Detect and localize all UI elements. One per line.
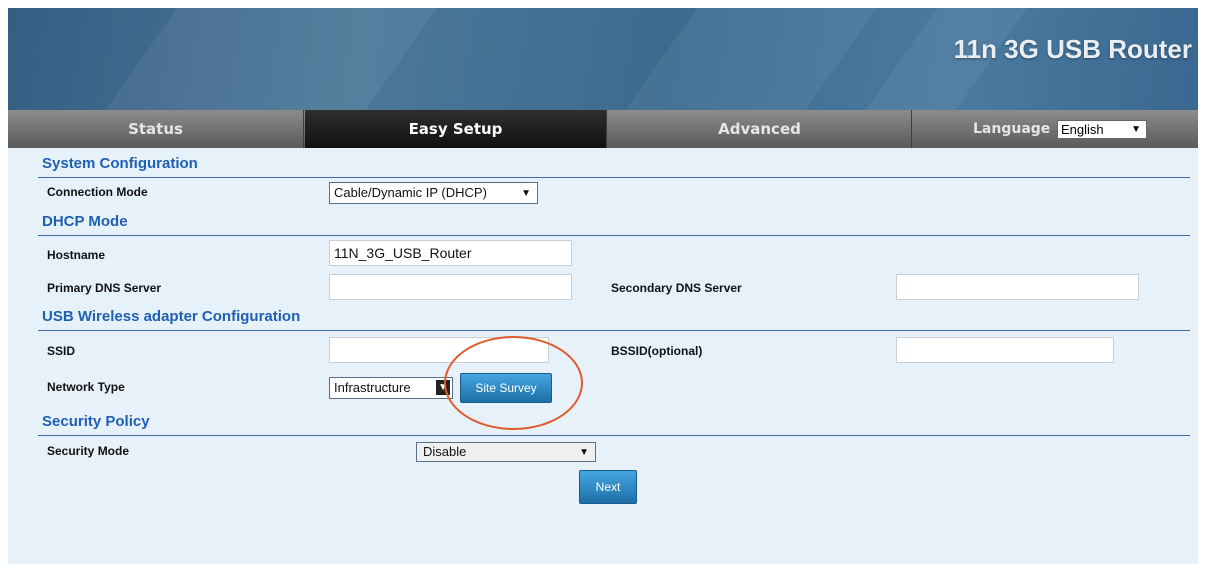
next-button[interactable]: Next xyxy=(579,470,637,504)
ssid-label: SSID xyxy=(47,344,76,358)
primary-dns-input[interactable] xyxy=(329,274,572,300)
banner-decoration xyxy=(50,8,466,110)
chevron-down-icon: ▼ xyxy=(579,447,589,458)
secondary-dns-input[interactable] xyxy=(896,274,1139,300)
secondary-dns-label: Secondary DNS Server xyxy=(611,281,742,295)
chevron-down-icon: ▼ xyxy=(521,188,531,199)
security-mode-value: Disable xyxy=(423,444,467,459)
tab-easy-setup[interactable]: Easy Setup xyxy=(305,110,607,148)
language-value: English xyxy=(1061,122,1104,137)
bssid-input[interactable] xyxy=(896,337,1114,363)
section-title-dhcp-mode: DHCP Mode xyxy=(42,213,128,230)
network-type-label: Network Type xyxy=(47,380,125,394)
language-select[interactable]: English ▼ xyxy=(1057,120,1147,139)
header-banner: 11n 3G USB Router xyxy=(8,8,1198,110)
connection-mode-select[interactable]: Cable/Dynamic IP (DHCP) ▼ xyxy=(329,182,538,204)
ssid-input[interactable] xyxy=(329,337,549,363)
tab-advanced[interactable]: Advanced xyxy=(608,110,912,148)
site-survey-button[interactable]: Site Survey xyxy=(460,373,552,403)
bssid-label: BSSID(optional) xyxy=(611,344,703,358)
router-admin-page: 11n 3G USB Router Status Easy Setup Adva… xyxy=(8,8,1198,564)
section-title-security-policy: Security Policy xyxy=(42,413,150,430)
chevron-down-icon: ▼ xyxy=(1131,124,1141,135)
connection-mode-value: Cable/Dynamic IP (DHCP) xyxy=(334,185,487,200)
security-mode-select[interactable]: Disable ▼ xyxy=(416,442,596,462)
language-area xyxy=(913,110,1198,148)
tab-status[interactable]: Status xyxy=(8,110,304,148)
product-title: 11n 3G USB Router xyxy=(953,34,1192,64)
connection-mode-label: Connection Mode xyxy=(47,185,148,199)
language-label: Language xyxy=(973,121,1051,137)
section-divider xyxy=(38,235,1190,236)
chevron-down-icon: ▼ xyxy=(436,380,450,395)
network-type-select[interactable]: Infrastructure ▼ xyxy=(329,377,453,399)
hostname-label: Hostname xyxy=(47,248,106,262)
main-nav: Status Easy Setup Advanced Language Engl… xyxy=(8,110,1198,148)
section-title-usb-wireless: USB Wireless adapter Configuration xyxy=(42,308,301,325)
security-mode-label: Security Mode xyxy=(47,444,130,458)
section-divider xyxy=(38,330,1190,331)
section-divider xyxy=(38,177,1190,178)
section-title-system-configuration: System Configuration xyxy=(42,155,198,172)
section-divider xyxy=(38,435,1190,436)
hostname-input[interactable]: 11N_3G_USB_Router xyxy=(329,240,572,266)
banner-decoration xyxy=(570,8,906,110)
network-type-value: Infrastructure xyxy=(334,380,411,395)
primary-dns-label: Primary DNS Server xyxy=(47,281,162,295)
